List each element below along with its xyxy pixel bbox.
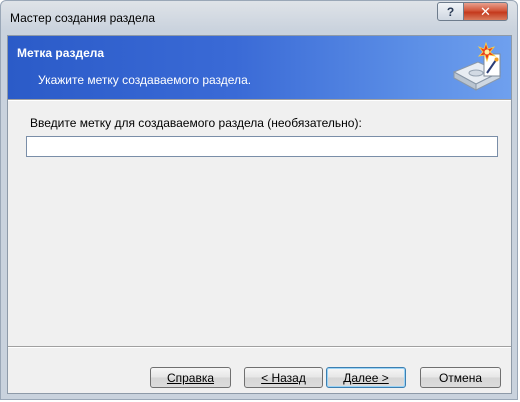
label-prompt: Введите метку для создаваемого раздела (…: [30, 116, 362, 130]
title-bar[interactable]: Мастер создания раздела ? ✕: [1, 1, 517, 35]
next-button[interactable]: Далее >: [326, 367, 406, 388]
help-button[interactable]: Справка: [150, 367, 231, 388]
partition-label-input[interactable]: [26, 136, 498, 157]
footer-divider-highlight: [8, 347, 511, 348]
help-button-label: Справка: [166, 370, 215, 385]
close-button[interactable]: ✕: [463, 2, 508, 21]
back-button-label: < Назад: [261, 370, 306, 385]
back-button[interactable]: < Назад: [244, 367, 323, 388]
cancel-button-label: Отмена: [438, 370, 483, 385]
help-title-button[interactable]: ?: [437, 2, 464, 21]
header-subtitle: Укажите метку создаваемого раздела.: [38, 73, 252, 87]
wizard-window: Мастер создания раздела ? ✕ Метка раздел…: [0, 0, 518, 400]
window-title: Мастер создания раздела: [10, 11, 156, 25]
disk-wizard-icon: [452, 42, 502, 91]
header-divider-highlight: [8, 100, 511, 101]
cancel-button[interactable]: Отмена: [420, 367, 501, 388]
next-button-label: Далее >: [343, 370, 389, 385]
wizard-client-area: Метка раздела Укажите метку создаваемого…: [7, 35, 512, 394]
header-title: Метка раздела: [17, 46, 105, 60]
wizard-header: Метка раздела Укажите метку создаваемого…: [8, 36, 511, 99]
